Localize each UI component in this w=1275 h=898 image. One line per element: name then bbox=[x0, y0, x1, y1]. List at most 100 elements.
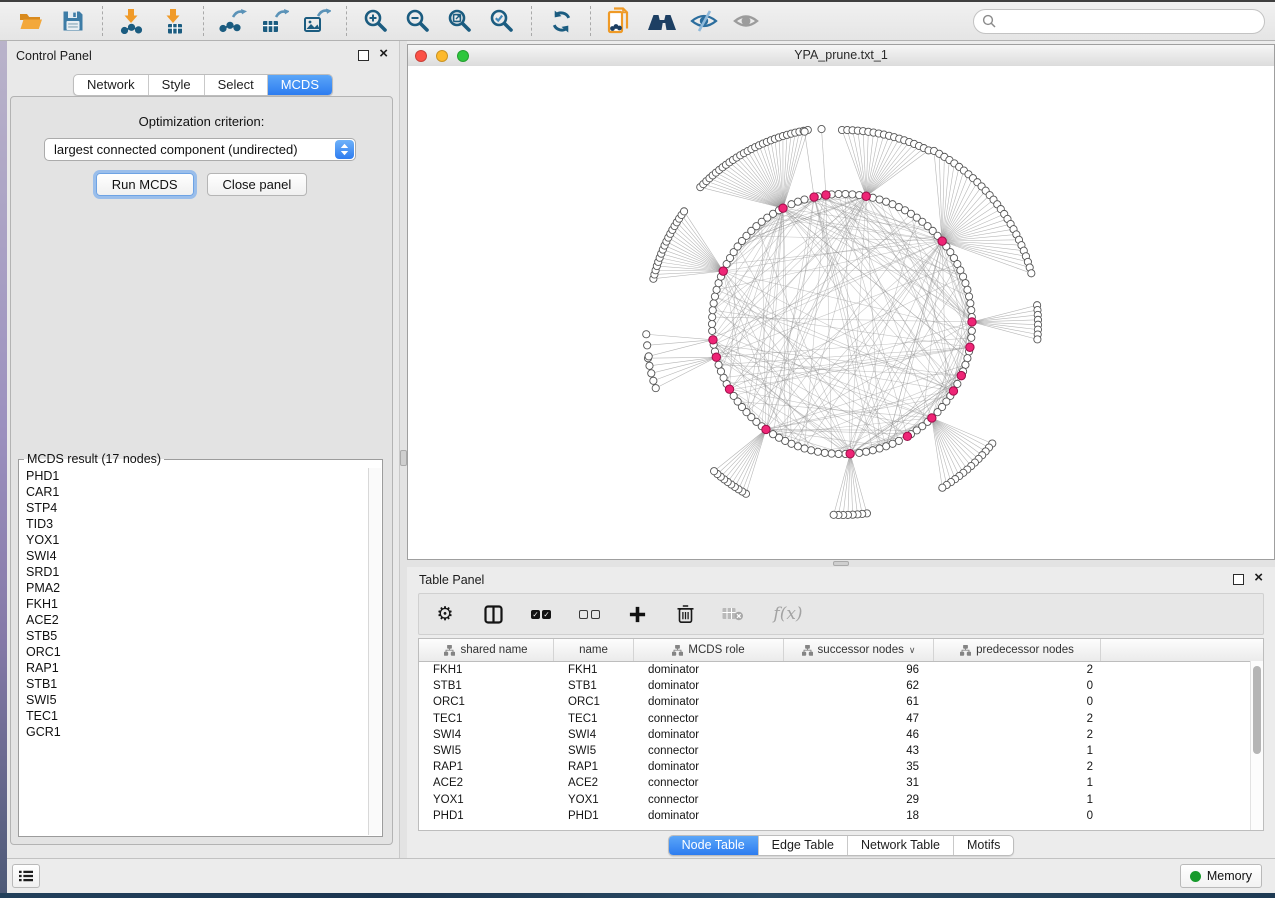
show-all-button[interactable] bbox=[730, 5, 762, 37]
column-header-successor-nodes[interactable]: successor nodes∨ bbox=[784, 639, 934, 661]
cell-MCDS-role[interactable]: dominator bbox=[634, 810, 784, 822]
cell-MCDS-role[interactable]: connector bbox=[634, 794, 784, 806]
tab-select[interactable]: Select bbox=[205, 75, 268, 95]
search-box[interactable] bbox=[973, 9, 1265, 34]
save-session-button[interactable] bbox=[57, 5, 89, 37]
mcds-result-item[interactable]: ORC1 bbox=[26, 644, 368, 660]
cell-successor-nodes[interactable]: 43 bbox=[784, 745, 934, 757]
column-header-shared-name[interactable]: shared name bbox=[419, 639, 554, 661]
cell-successor-nodes[interactable]: 47 bbox=[784, 713, 934, 725]
cell-name[interactable]: ORC1 bbox=[554, 696, 634, 708]
import-network-button[interactable] bbox=[116, 5, 148, 37]
hide-selected-button[interactable] bbox=[688, 5, 720, 37]
cell-name[interactable]: SWI4 bbox=[554, 729, 634, 741]
cell-predecessor-nodes[interactable]: 2 bbox=[934, 729, 1101, 741]
cell-successor-nodes[interactable]: 62 bbox=[784, 680, 934, 692]
mcds-result-item[interactable]: FKH1 bbox=[26, 596, 368, 612]
table-row[interactable]: FKH1FKH1dominator962 bbox=[419, 662, 1263, 678]
cell-shared-name[interactable]: ORC1 bbox=[419, 696, 554, 708]
column-header-name[interactable]: name bbox=[554, 639, 634, 661]
tab-style[interactable]: Style bbox=[149, 75, 205, 95]
cell-MCDS-role[interactable]: dominator bbox=[634, 729, 784, 741]
table-row[interactable]: ORC1ORC1dominator610 bbox=[419, 694, 1263, 710]
cell-successor-nodes[interactable]: 61 bbox=[784, 696, 934, 708]
cell-MCDS-role[interactable]: connector bbox=[634, 777, 784, 789]
cell-predecessor-nodes[interactable]: 1 bbox=[934, 777, 1101, 789]
mcds-result-item[interactable]: GCR1 bbox=[26, 724, 368, 740]
cell-name[interactable]: PHD1 bbox=[554, 810, 634, 822]
column-header-predecessor-nodes[interactable]: predecessor nodes bbox=[934, 639, 1101, 661]
cell-name[interactable]: RAP1 bbox=[554, 761, 634, 773]
cell-shared-name[interactable]: RAP1 bbox=[419, 761, 554, 773]
export-network-button[interactable] bbox=[217, 5, 249, 37]
cell-successor-nodes[interactable]: 29 bbox=[784, 794, 934, 806]
zoom-selected-button[interactable] bbox=[486, 5, 518, 37]
mcds-result-item[interactable]: STP4 bbox=[26, 500, 368, 516]
cell-successor-nodes[interactable]: 35 bbox=[784, 761, 934, 773]
deselect-all-button[interactable] bbox=[577, 602, 601, 626]
table-row[interactable]: YOX1YOX1connector291 bbox=[419, 792, 1263, 808]
mcds-result-item[interactable]: RAP1 bbox=[26, 660, 368, 676]
find-button[interactable] bbox=[646, 5, 678, 37]
network-canvas[interactable] bbox=[408, 66, 1274, 559]
cell-successor-nodes[interactable]: 31 bbox=[784, 777, 934, 789]
cell-MCDS-role[interactable]: connector bbox=[634, 713, 784, 725]
tab-mcds[interactable]: MCDS bbox=[268, 75, 332, 95]
tab-edge-table[interactable]: Edge Table bbox=[759, 836, 848, 855]
cell-predecessor-nodes[interactable]: 2 bbox=[934, 761, 1101, 773]
cell-name[interactable]: YOX1 bbox=[554, 794, 634, 806]
scrollbar-thumb[interactable] bbox=[1253, 666, 1261, 754]
close-panel-icon[interactable]: × bbox=[379, 46, 388, 61]
float-panel-icon[interactable] bbox=[1233, 574, 1244, 585]
mcds-result-item[interactable]: YOX1 bbox=[26, 532, 368, 548]
cell-name[interactable]: TEC1 bbox=[554, 713, 634, 725]
mcds-result-list[interactable]: PHD1CAR1STP4TID3YOX1SWI4SRD1PMA2FKH1ACE2… bbox=[20, 468, 368, 835]
cell-name[interactable]: STB1 bbox=[554, 680, 634, 692]
mcds-result-item[interactable]: SWI5 bbox=[26, 692, 368, 708]
optimization-criterion-select[interactable]: largest connected component (undirected) bbox=[44, 138, 356, 161]
splitter-grip[interactable] bbox=[833, 561, 849, 566]
zoom-out-button[interactable] bbox=[402, 5, 434, 37]
mcds-result-item[interactable]: PHD1 bbox=[26, 468, 368, 484]
mcds-result-item[interactable]: ACE2 bbox=[26, 612, 368, 628]
cell-shared-name[interactable]: PHD1 bbox=[419, 810, 554, 822]
mcds-result-item[interactable]: SRD1 bbox=[26, 564, 368, 580]
table-row[interactable]: PHD1PHD1dominator180 bbox=[419, 808, 1263, 824]
network-window-titlebar[interactable]: YPA_prune.txt_1 bbox=[408, 45, 1274, 67]
open-session-button[interactable] bbox=[15, 5, 47, 37]
vertical-splitter[interactable] bbox=[400, 41, 407, 858]
cell-predecessor-nodes[interactable]: 1 bbox=[934, 745, 1101, 757]
cell-MCDS-role[interactable]: dominator bbox=[634, 680, 784, 692]
toggle-columns-button[interactable] bbox=[481, 602, 505, 626]
mcds-result-item[interactable]: TID3 bbox=[26, 516, 368, 532]
table-row[interactable]: RAP1RAP1dominator352 bbox=[419, 759, 1263, 775]
cell-MCDS-role[interactable]: dominator bbox=[634, 696, 784, 708]
cell-shared-name[interactable]: FKH1 bbox=[419, 664, 554, 676]
mcds-result-item[interactable]: CAR1 bbox=[26, 484, 368, 500]
cell-MCDS-role[interactable]: dominator bbox=[634, 664, 784, 676]
cell-predecessor-nodes[interactable]: 2 bbox=[934, 664, 1101, 676]
cell-name[interactable]: SWI5 bbox=[554, 745, 634, 757]
cell-shared-name[interactable]: TEC1 bbox=[419, 713, 554, 725]
cell-successor-nodes[interactable]: 96 bbox=[784, 664, 934, 676]
splitter-grip[interactable] bbox=[400, 450, 407, 466]
cell-successor-nodes[interactable]: 18 bbox=[784, 810, 934, 822]
network-graph[interactable] bbox=[408, 66, 1274, 559]
horizontal-splitter[interactable] bbox=[407, 560, 1275, 567]
table-row[interactable]: STB1STB1dominator620 bbox=[419, 678, 1263, 694]
cell-predecessor-nodes[interactable]: 2 bbox=[934, 713, 1101, 725]
mcds-result-item[interactable]: STB5 bbox=[26, 628, 368, 644]
add-column-button[interactable] bbox=[625, 602, 649, 626]
table-row[interactable]: SWI5SWI5connector431 bbox=[419, 743, 1263, 759]
table-scrollbar[interactable] bbox=[1250, 661, 1263, 830]
table-row[interactable]: TEC1TEC1connector472 bbox=[419, 711, 1263, 727]
column-header-MCDS-role[interactable]: MCDS role bbox=[634, 639, 784, 661]
tab-node-table[interactable]: Node Table bbox=[669, 836, 759, 855]
cell-MCDS-role[interactable]: dominator bbox=[634, 761, 784, 773]
cell-predecessor-nodes[interactable]: 0 bbox=[934, 680, 1101, 692]
mcds-result-item[interactable]: STB1 bbox=[26, 676, 368, 692]
cell-shared-name[interactable]: SWI4 bbox=[419, 729, 554, 741]
export-image-button[interactable] bbox=[301, 5, 333, 37]
task-history-button[interactable] bbox=[12, 864, 40, 888]
cell-shared-name[interactable]: SWI5 bbox=[419, 745, 554, 757]
